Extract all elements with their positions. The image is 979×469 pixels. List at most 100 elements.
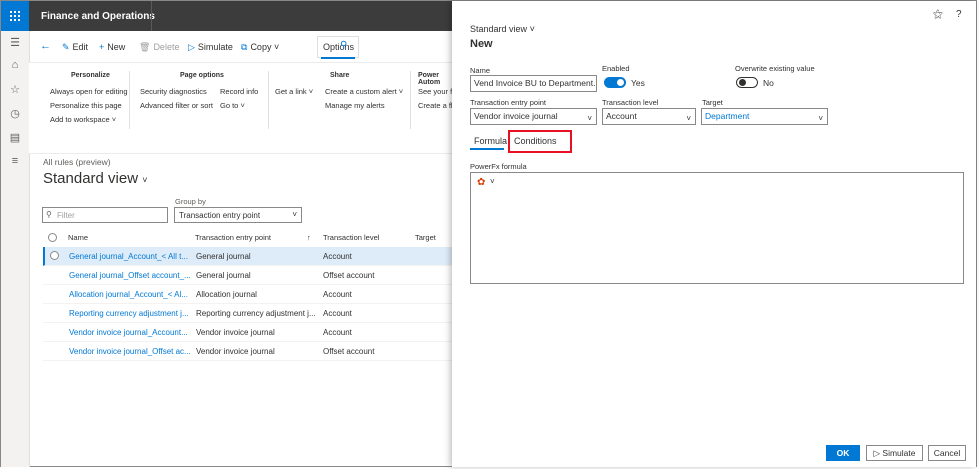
home-icon[interactable]: ⌂ — [1, 59, 29, 71]
divider — [129, 71, 130, 129]
toggle-knob — [617, 79, 624, 86]
group-by-label: Group by — [175, 197, 206, 206]
chevron-down-icon: ˅ — [308, 87, 314, 96]
cell-entry-point: Allocation journal — [196, 290, 257, 299]
target-label: Target — [702, 98, 723, 107]
cell-entry-point: Vendor invoice journal — [196, 347, 275, 356]
ribbon-group-page-options: Page options — [180, 72, 224, 79]
ribbon-item[interactable]: Record info — [220, 87, 258, 96]
conditions-highlight-box — [508, 130, 572, 153]
enabled-toggle[interactable] — [604, 77, 626, 88]
ribbon-item[interactable]: Create a flo — [418, 101, 457, 110]
rule-name-link[interactable]: General journal_Account_< All t... — [69, 247, 193, 266]
edit-button[interactable]: ✎ Edit — [62, 42, 88, 53]
modules-icon[interactable]: ≡ — [1, 155, 29, 167]
ribbon-item[interactable]: Get a link ˅ — [275, 87, 313, 96]
ribbon-item[interactable]: Create a custom alert ˅ — [325, 87, 403, 96]
overwrite-toggle[interactable] — [736, 77, 758, 88]
back-arrow-icon[interactable]: ← — [40, 40, 51, 52]
copilot-icon[interactable]: ✿ — [477, 177, 485, 188]
ribbon-group-share: Share — [330, 72, 350, 79]
tab-formula[interactable]: Formula — [474, 136, 507, 146]
divider — [268, 71, 269, 129]
options-tab[interactable]: Options — [323, 42, 354, 52]
options-ribbon: Personalize Always open for editing Pers… — [29, 62, 457, 154]
help-icon[interactable]: ? — [956, 9, 962, 20]
search-icon: ⚲ — [46, 210, 52, 219]
entry-point-select[interactable]: Vendor invoice journal ˅ — [470, 108, 597, 125]
table-row[interactable]: Vendor invoice journal_Account... Vendor… — [43, 323, 452, 342]
chevron-down-icon: ˅ — [490, 177, 495, 186]
hamburger-icon[interactable]: ☰ — [1, 36, 29, 49]
ribbon-item[interactable]: Manage my alerts — [325, 101, 385, 110]
name-field[interactable]: Vend Invoice BU to Department... — [470, 75, 597, 92]
waffle-icon — [10, 11, 20, 21]
copilot-icon[interactable]: ⚝ — [933, 9, 943, 20]
ribbon-item[interactable]: Always open for editing — [50, 87, 128, 96]
app-launcher-button[interactable] — [1, 1, 29, 31]
cell-level: Offset account — [323, 271, 375, 280]
target-select[interactable]: Department ˅ — [701, 108, 828, 125]
rule-name-link[interactable]: Vendor invoice journal_Account... — [69, 323, 193, 342]
chevron-down-icon: ˅ — [273, 42, 280, 52]
chevron-down-icon: ˅ — [686, 114, 691, 123]
ribbon-item[interactable]: Personalize this page — [50, 101, 122, 110]
rule-name-link[interactable]: Reporting currency adjustment j... — [69, 304, 193, 323]
search-icon[interactable]: ⚲ — [340, 40, 347, 51]
filter-input[interactable]: ⚲ Filter — [42, 207, 168, 223]
simulate-button[interactable]: ▷ Simulate — [866, 445, 923, 461]
chevron-down-icon: ˅ — [142, 175, 148, 185]
table-row[interactable]: Reporting currency adjustment j... Repor… — [43, 304, 452, 323]
table-row[interactable]: Allocation journal_Account_< Al... Alloc… — [43, 285, 452, 304]
overwrite-value: No — [763, 78, 774, 88]
overwrite-label: Overwrite existing value — [735, 64, 815, 73]
select-all-checkbox[interactable] — [48, 233, 57, 242]
chevron-down-icon: ˅ — [398, 87, 404, 96]
view-selector[interactable]: Standard view ˅ — [43, 170, 148, 187]
ribbon-item[interactable]: Advanced filter or sort — [140, 101, 213, 110]
enabled-value: Yes — [631, 78, 645, 88]
ribbon-item[interactable]: See your fl — [418, 87, 454, 96]
powerfx-formula-editor[interactable]: ✿ ˅ — [470, 172, 964, 284]
ribbon-item[interactable]: Security diagnostics — [140, 87, 207, 96]
sort-arrow-icon: ↑ — [307, 233, 311, 242]
clock-icon[interactable]: ◷ — [1, 107, 29, 120]
chevron-down-icon: ˅ — [240, 101, 245, 110]
new-button[interactable]: + New — [99, 42, 125, 52]
column-header-entry-point[interactable]: Transaction entry point — [195, 229, 271, 247]
cancel-button[interactable]: Cancel — [928, 445, 966, 461]
table-row[interactable]: General journal_Account_< All t... Gener… — [43, 247, 452, 266]
ok-button[interactable]: OK — [826, 445, 860, 461]
ribbon-item[interactable]: Go to ˅ — [220, 101, 245, 110]
transaction-level-select[interactable]: Account ˅ — [602, 108, 696, 125]
ribbon-group-personalize: Personalize — [71, 72, 110, 79]
table-row[interactable]: Vendor invoice journal_Offset ac... Vend… — [43, 342, 452, 361]
ribbon-item[interactable]: Add to workspace ˅ — [50, 115, 116, 124]
table-row[interactable]: General journal_Offset account_... Gener… — [43, 266, 452, 285]
ribbon-group-power-automate: Power Autom — [418, 72, 441, 86]
cell-level: Account — [323, 252, 352, 261]
rule-name-link[interactable]: General journal_Offset account_... — [69, 266, 193, 285]
copy-button[interactable]: ⧉ Copy ˅ — [241, 42, 279, 53]
workspace-icon[interactable]: ▤ — [1, 131, 29, 144]
column-header-target[interactable]: Target — [415, 229, 436, 247]
group-by-value: Transaction entry point — [179, 211, 261, 220]
divider — [151, 1, 152, 31]
chevron-down-icon: ˅ — [111, 115, 117, 124]
simulate-action-button[interactable]: ▷ Simulate — [188, 42, 233, 53]
breadcrumb: All rules (preview) — [43, 157, 111, 167]
column-header-level[interactable]: Transaction level — [323, 229, 379, 247]
rule-name-link[interactable]: Allocation journal_Account_< Al... — [69, 285, 193, 304]
group-by-select[interactable]: Transaction entry point ˅ — [174, 207, 302, 223]
panel-title: New — [470, 38, 493, 50]
star-icon[interactable]: ☆ — [1, 83, 29, 96]
panel-view-selector[interactable]: Standard view ˅ — [470, 24, 535, 34]
rule-name-link[interactable]: Vendor invoice journal_Offset ac... — [69, 342, 193, 361]
delete-button[interactable]: 🗑 Delete — [139, 42, 179, 53]
play-icon: ▷ — [873, 448, 881, 458]
row-select-radio[interactable] — [50, 251, 59, 260]
new-rule-panel: ⚝ ? Standard view ˅ New Name Vend Invoic… — [452, 1, 976, 467]
column-header-name[interactable]: Name — [68, 229, 88, 247]
cell-level: Account — [323, 309, 352, 318]
name-label: Name — [470, 66, 491, 75]
